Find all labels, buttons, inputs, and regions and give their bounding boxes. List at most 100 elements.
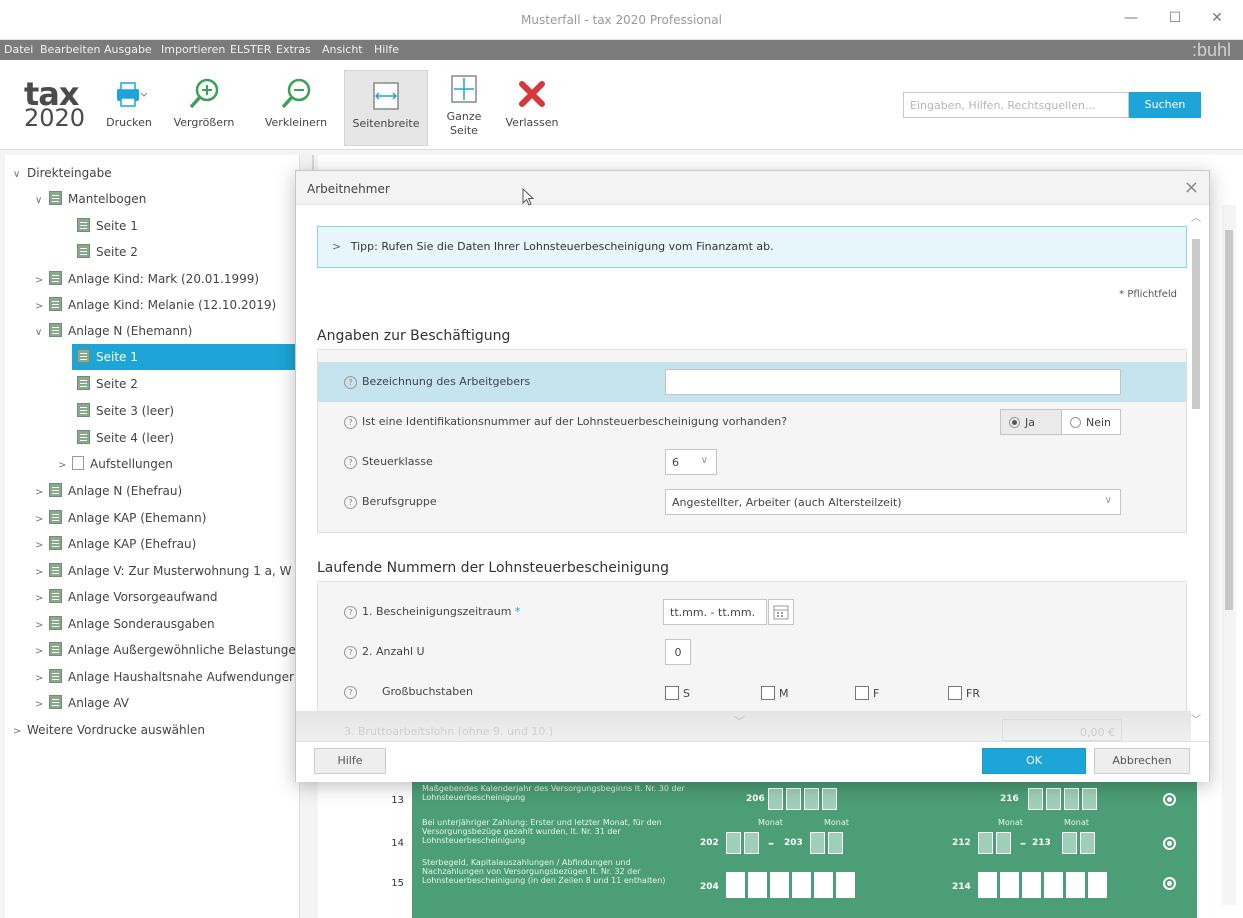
zoom-out-button[interactable]: Verkleinern [260, 70, 332, 146]
search-input[interactable]: Eingaben, Hilfen, Rechtsquellen... [903, 92, 1129, 118]
form-field[interactable] [836, 872, 855, 898]
help-icon[interactable]: ? [344, 496, 357, 509]
tree-item-sonderausgaben[interactable]: > Anlage Sonderausgaben [35, 611, 215, 637]
form-field[interactable] [996, 832, 1011, 854]
form-field[interactable] [978, 872, 997, 898]
form-field[interactable] [1000, 872, 1019, 898]
form-field[interactable] [1064, 788, 1079, 810]
tree-item-anlage-n-seite-3[interactable]: Seite 3 (leer) [77, 398, 174, 424]
help-icon[interactable]: ? [344, 456, 357, 469]
close-icon[interactable]: × [1184, 177, 1199, 198]
form-field[interactable] [726, 872, 745, 898]
content-scrollbar[interactable] [1222, 205, 1236, 905]
menu-ansicht[interactable]: Ansicht [322, 43, 363, 56]
dialog-scrollbar-thumb[interactable] [1192, 239, 1200, 409]
ok-button[interactable]: OK [982, 748, 1086, 774]
form-field[interactable] [744, 832, 759, 854]
exit-button[interactable]: Verlassen [500, 70, 564, 146]
form-field[interactable] [978, 832, 993, 854]
form-row-radio[interactable] [1163, 793, 1176, 806]
checkbox-f[interactable]: F [855, 686, 879, 700]
calendar-button[interactable] [768, 599, 794, 625]
form-row-radio[interactable] [1163, 837, 1176, 850]
checkbox-fr[interactable]: FR [948, 686, 980, 700]
form-field[interactable] [748, 872, 767, 898]
close-window-button[interactable]: ✕ [1206, 10, 1228, 30]
form-field[interactable] [822, 788, 837, 810]
form-field[interactable] [1062, 832, 1077, 854]
idnr-no-radio[interactable]: Nein [1061, 409, 1121, 435]
count-u-input[interactable]: 0 [665, 639, 691, 665]
menu-bearbeiten[interactable]: Bearbeiten [40, 43, 100, 56]
tree-item-direkteingabe[interactable]: ∨ Direkteingabe [13, 160, 112, 186]
help-icon[interactable]: ? [344, 376, 357, 389]
idnr-yes-radio[interactable]: Ja [1000, 409, 1062, 435]
form-row-radio[interactable] [1163, 877, 1176, 890]
form-field[interactable] [1080, 832, 1095, 854]
form-field[interactable] [770, 872, 789, 898]
tree-item-anlage-av[interactable]: > Anlage AV [35, 690, 129, 716]
dialog-scrollbar[interactable]: ︿ ﹀ [1189, 209, 1203, 729]
whole-page-button[interactable]: Ganze Seite [438, 70, 490, 146]
menu-elster[interactable]: ELSTER [230, 43, 271, 56]
help-icon[interactable]: ? [344, 686, 357, 699]
tree-item-anlage-n-ehefrau[interactable]: > Anlage N (Ehefrau) [35, 478, 182, 504]
tree-item-anlage-n-seite-2[interactable]: Seite 2 [77, 371, 138, 397]
tree-item-aufstellungen[interactable]: > Aufstellungen [58, 451, 173, 477]
menu-datei[interactable]: Datei [4, 43, 33, 56]
page-width-button[interactable]: Seitenbreite [344, 70, 428, 146]
tree-item-mantelbogen-seite-1[interactable]: Seite 1 [77, 213, 138, 239]
tip-banner[interactable]: > Tipp: Rufen Sie die Daten Ihrer Lohnst… [317, 226, 1187, 268]
minimize-button[interactable]: — [1120, 10, 1142, 30]
help-icon[interactable]: ? [344, 416, 357, 429]
tree-item-kap-ehemann[interactable]: > Anlage KAP (Ehemann) [35, 505, 206, 531]
maximize-button[interactable]: ☐ [1164, 10, 1186, 30]
tree-item-weitere-vordrucke[interactable]: > Weitere Vordrucke auswählen [13, 717, 205, 743]
cancel-button[interactable]: Abbrechen [1094, 748, 1190, 774]
form-field[interactable] [814, 872, 833, 898]
form-field[interactable] [1044, 872, 1063, 898]
period-input[interactable]: tt.mm. - tt.mm. [663, 599, 767, 625]
form-field[interactable] [786, 788, 801, 810]
menu-importieren[interactable]: Importieren [161, 43, 225, 56]
tree-item-kind-melanie[interactable]: > Anlage Kind: Melanie (12.10.2019) [35, 292, 276, 318]
zoom-in-button[interactable]: Vergrößern [168, 70, 240, 146]
form-field[interactable] [1082, 788, 1097, 810]
checkbox-m[interactable]: M [761, 686, 789, 700]
scroll-down-icon[interactable]: ﹀ [1191, 711, 1201, 726]
tree-item-haushaltsnahe[interactable]: > Anlage Haushaltsnahe Aufwendunger [35, 664, 294, 690]
tree-item-anlage-n-seite-1[interactable]: Seite 1 [72, 344, 297, 370]
search-button[interactable]: Suchen [1129, 92, 1201, 118]
form-field[interactable] [792, 872, 811, 898]
tree-item-anlage-v[interactable]: > Anlage V: Zur Musterwohnung 1 a, W [35, 558, 292, 584]
menu-extras[interactable]: Extras [276, 43, 311, 56]
help-button[interactable]: Hilfe [314, 748, 386, 774]
chevron-down-icon[interactable]: ﹀ [734, 713, 745, 729]
tree-item-anlage-n-ehemann[interactable]: ∨ Anlage N (Ehemann) [35, 318, 192, 344]
menu-ausgabe[interactable]: Ausgabe [104, 43, 152, 56]
checkbox-s[interactable]: S [665, 686, 690, 700]
scrollbar-thumb[interactable] [1225, 230, 1233, 610]
taxclass-select[interactable]: 6 ∨ [665, 449, 717, 475]
tree-item-anlage-n-seite-4[interactable]: Seite 4 (leer) [77, 425, 174, 451]
form-field[interactable] [768, 788, 783, 810]
form-field[interactable] [726, 832, 741, 854]
form-field[interactable] [804, 788, 819, 810]
form-field[interactable] [1022, 872, 1041, 898]
form-field[interactable] [810, 832, 825, 854]
form-field[interactable] [1066, 872, 1085, 898]
tree-item-mantelbogen[interactable]: ∨ Mantelbogen [35, 186, 146, 212]
form-field[interactable] [1046, 788, 1061, 810]
tree-item-vorsorgeaufwand[interactable]: > Anlage Vorsorgeaufwand [35, 584, 218, 610]
employer-name-input[interactable] [665, 369, 1121, 395]
tree-item-mantelbogen-seite-2[interactable]: Seite 2 [77, 239, 138, 265]
scroll-up-icon[interactable]: ︿ [1191, 209, 1201, 224]
help-icon[interactable]: ? [344, 606, 357, 619]
print-button[interactable]: Drucken [98, 70, 160, 146]
form-field[interactable] [1088, 872, 1107, 898]
menu-hilfe[interactable]: Hilfe [374, 43, 399, 56]
form-field[interactable] [1028, 788, 1043, 810]
tree-item-kind-mark[interactable]: > Anlage Kind: Mark (20.01.1999) [35, 266, 259, 292]
help-icon[interactable]: ? [344, 646, 357, 659]
occupation-select[interactable]: Angestellter, Arbeiter (auch Altersteilz… [665, 489, 1121, 515]
